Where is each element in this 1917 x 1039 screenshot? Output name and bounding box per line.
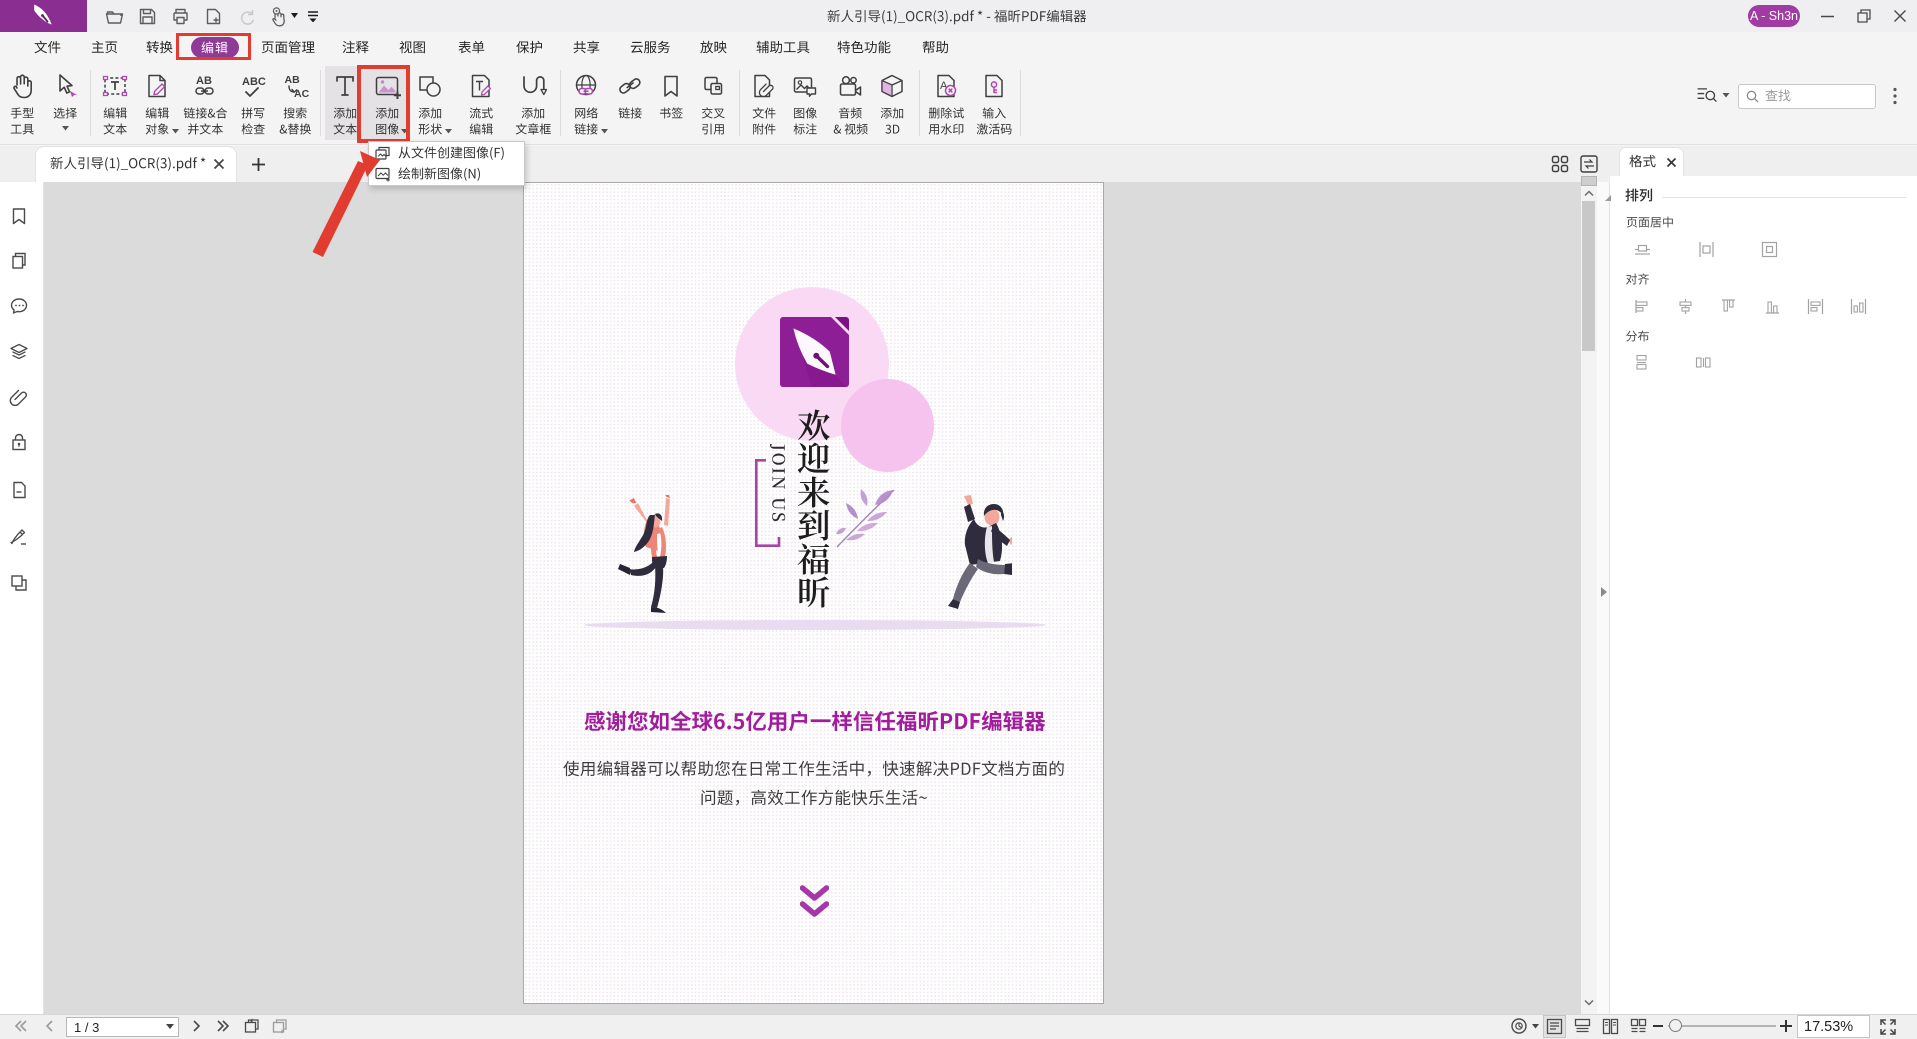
- svg-text:AB: AB: [285, 74, 301, 86]
- svg-text:AB: AB: [196, 75, 212, 87]
- svg-text:ABC: ABC: [242, 76, 266, 88]
